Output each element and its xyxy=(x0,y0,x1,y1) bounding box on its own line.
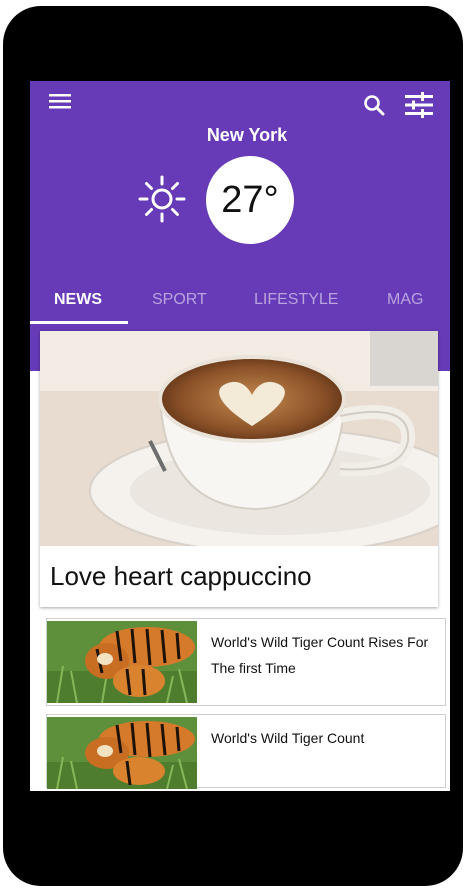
filter-button[interactable] xyxy=(402,89,436,121)
article-card[interactable]: World's Wild Tiger Count Rises For The f… xyxy=(46,618,446,706)
featured-article-card[interactable]: Love heart cappuccino xyxy=(40,331,438,607)
tiger-thumbnail xyxy=(47,717,197,789)
article-title: World's Wild Tiger Count Rises For The f… xyxy=(211,634,429,676)
tab-news[interactable]: NEWS xyxy=(54,291,102,309)
featured-article-title: Love heart cappuccino xyxy=(50,561,312,591)
city-name: New York xyxy=(206,125,288,145)
tune-icon xyxy=(405,92,433,118)
phone-frame: New York 27° NEWS SPORT LIFESTYLE MAG Lo… xyxy=(3,6,463,886)
tab-lifestyle[interactable]: LIFESTYLE xyxy=(254,291,338,309)
category-tabs: NEWS SPORT LIFESTYLE MAG xyxy=(30,281,450,325)
weather-header: New York 27° NEWS SPORT LIFESTYLE MAG xyxy=(30,81,450,371)
active-tab-indicator xyxy=(30,321,128,324)
menu-button[interactable] xyxy=(44,89,76,113)
temperature-value: 27° xyxy=(221,178,279,221)
search-button[interactable] xyxy=(360,91,388,119)
app-screen: New York 27° NEWS SPORT LIFESTYLE MAG Lo… xyxy=(30,81,450,791)
article-title: World's Wild Tiger Count xyxy=(211,730,365,746)
article-card[interactable]: World's Wild Tiger Count xyxy=(46,714,446,789)
menu-icon xyxy=(49,94,71,109)
cappuccino-image xyxy=(40,331,438,546)
tiger-thumbnail xyxy=(47,621,197,703)
weather-sun-icon xyxy=(138,175,186,223)
sun-icon xyxy=(138,175,186,223)
tab-mag[interactable]: MAG xyxy=(387,291,423,309)
search-icon xyxy=(364,95,385,116)
tab-sport[interactable]: SPORT xyxy=(152,291,207,309)
temperature-badge: 27° xyxy=(206,156,294,244)
